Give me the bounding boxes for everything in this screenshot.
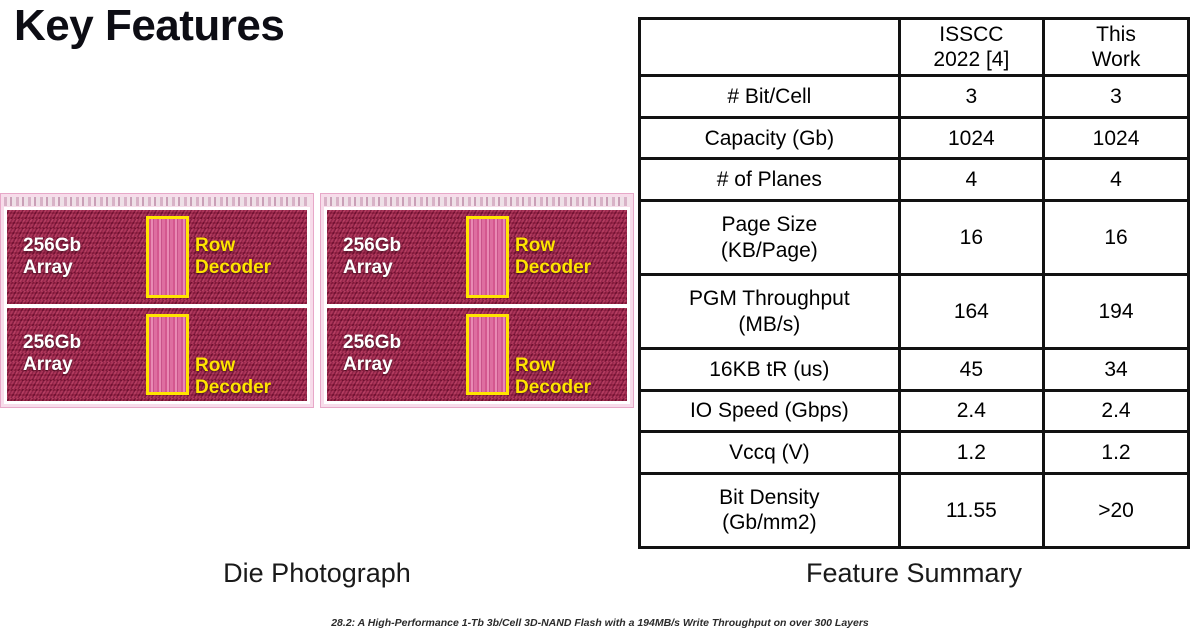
cell-parameter: PGM Throughput (MB/s) — [638, 273, 901, 351]
array-label: 256Gb Array — [343, 234, 402, 278]
cell-isscc-2022: 2.4 — [897, 388, 1046, 434]
table-row: # of Planes 4 4 — [638, 157, 1190, 202]
cell-this-work: 3 — [1042, 74, 1190, 119]
feature-summary-caption: Feature Summary — [805, 558, 1023, 588]
cell-parameter: Bit Density (Gb/mm2) — [638, 471, 901, 550]
array-label: 256Gb Array — [23, 332, 82, 376]
table-row: IO Speed (Gbps) 2.4 2.4 — [638, 388, 1190, 434]
cell-parameter: Vccq (V) — [638, 430, 901, 475]
table-row: PGM Throughput (MB/s) 164 194 — [638, 273, 1190, 351]
cell-parameter: # of Planes — [638, 157, 901, 202]
slide-footer-note: 28.2: A High-Performance 1-Tb 3b/Cell 3D… — [331, 617, 869, 629]
die-quadrant: 256Gb Array Row Decoder — [7, 307, 307, 401]
cell-parameter: # Bit/Cell — [638, 74, 901, 119]
row-decoder-region — [146, 216, 189, 298]
cell-isscc-2022: 1.2 — [897, 430, 1046, 475]
array-label: 256Gb Array — [343, 332, 402, 376]
table-row: 16KB tR (us) 45 34 — [638, 347, 1190, 392]
cell-this-work: 194 — [1042, 273, 1190, 351]
table-body: # Bit/Cell 3 3 Capacity (Gb) 1024 1024 #… — [638, 74, 1190, 550]
table-header-row: ISSCC 2022 [4] This Work — [638, 16, 1190, 78]
cell-parameter: 16KB tR (us) — [638, 347, 901, 392]
table-row: Vccq (V) 1.2 1.2 — [638, 430, 1190, 475]
die-quadrant: 256Gb Array Row Decoder — [7, 210, 307, 304]
die-half-left: 256Gb Array Row Decoder 256Gb Array Row … — [0, 193, 314, 408]
cell-parameter: Page Size (KB/Page) — [638, 199, 901, 277]
row-decoder-label: Row Decoder — [515, 234, 592, 278]
row-decoder-region — [466, 216, 509, 298]
row-decoder-label: Row Decoder — [195, 234, 272, 278]
column-header-parameter — [638, 16, 901, 78]
cell-parameter: IO Speed (Gbps) — [638, 388, 901, 434]
die-half-right: 256Gb Array Row Decoder 256Gb Array Row … — [320, 193, 634, 408]
feature-summary-table-container: ISSCC 2022 [4] This Work # Bit/Cell 3 3 … — [638, 16, 1190, 550]
row-decoder-region — [466, 313, 509, 395]
cell-isscc-2022: 1024 — [897, 115, 1046, 161]
cell-parameter: Capacity (Gb) — [638, 115, 901, 161]
die-periphery-strip — [4, 197, 310, 206]
row-decoder-label: Row Decoder — [195, 355, 272, 399]
die-photograph-figure: 256Gb Array Row Decoder 256Gb Array Row … — [0, 193, 634, 408]
cell-isscc-2022: 45 — [897, 347, 1046, 392]
cell-this-work: 34 — [1042, 347, 1190, 392]
row-decoder-region — [146, 313, 189, 395]
array-label: 256Gb Array — [23, 234, 82, 278]
cell-this-work: 16 — [1042, 199, 1190, 277]
cell-this-work: 4 — [1042, 157, 1190, 202]
column-header-isscc-2022: ISSCC 2022 [4] — [897, 16, 1046, 78]
cell-this-work: 1024 — [1042, 115, 1190, 161]
column-header-this-work: This Work — [1042, 16, 1190, 78]
die-photograph-caption: Die Photograph — [223, 558, 411, 588]
die-photo-image: 256Gb Array Row Decoder 256Gb Array Row … — [0, 193, 634, 408]
page-title: Key Features — [14, 1, 285, 50]
die-frame-left: 256Gb Array Row Decoder 256Gb Array Row … — [4, 207, 310, 404]
die-quadrant: 256Gb Array Row Decoder — [327, 210, 627, 304]
die-periphery-strip — [324, 197, 630, 206]
table-row: Bit Density (Gb/mm2) 11.55 >20 — [638, 471, 1190, 550]
row-decoder-label: Row Decoder — [515, 355, 592, 399]
die-frame-right: 256Gb Array Row Decoder 256Gb Array Row … — [324, 207, 630, 404]
cell-isscc-2022: 4 — [897, 157, 1046, 202]
cell-this-work: 2.4 — [1042, 388, 1190, 434]
table-row: Capacity (Gb) 1024 1024 — [638, 115, 1190, 161]
table-row: # Bit/Cell 3 3 — [638, 74, 1190, 119]
cell-isscc-2022: 164 — [897, 273, 1046, 351]
table-row: Page Size (KB/Page) 16 16 — [638, 199, 1190, 277]
cell-this-work: 1.2 — [1042, 430, 1190, 475]
cell-isscc-2022: 11.55 — [897, 471, 1046, 550]
die-quadrant: 256Gb Array Row Decoder — [327, 307, 627, 401]
cell-isscc-2022: 16 — [897, 199, 1046, 277]
cell-isscc-2022: 3 — [897, 74, 1046, 119]
feature-summary-table: ISSCC 2022 [4] This Work # Bit/Cell 3 3 … — [638, 16, 1190, 550]
cell-this-work: >20 — [1042, 471, 1190, 550]
